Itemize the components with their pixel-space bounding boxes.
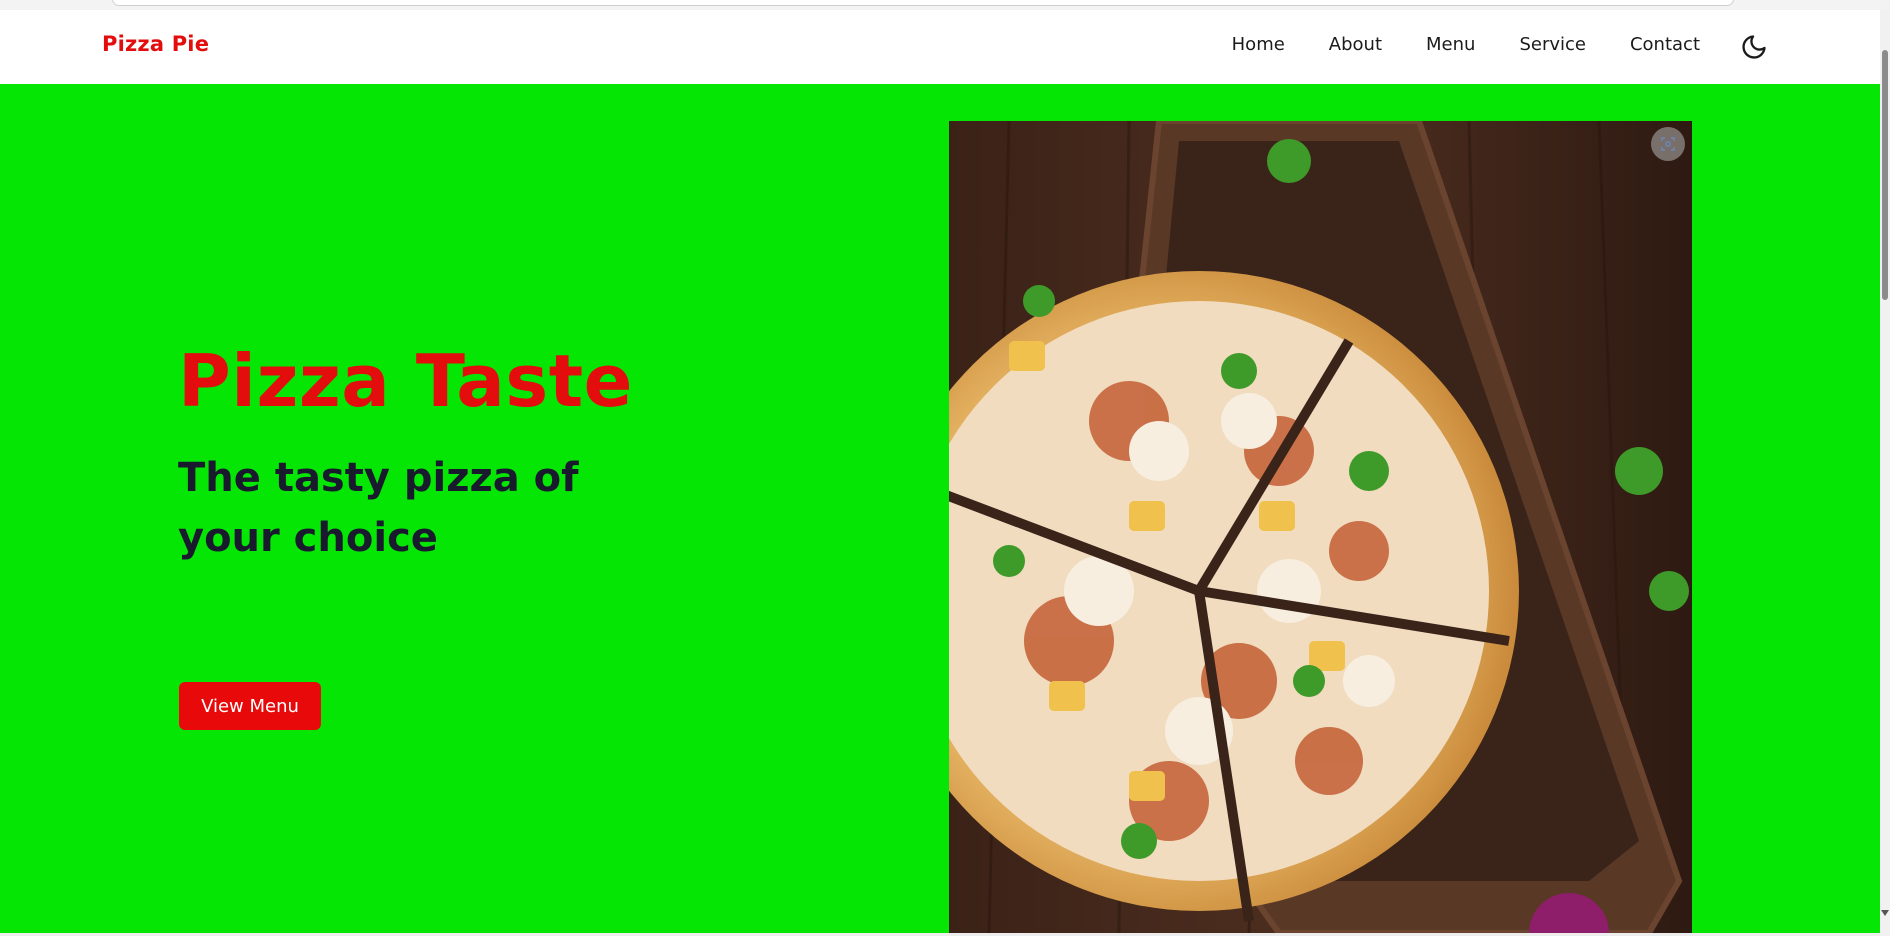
nav-link-contact[interactable]: Contact [1630,34,1700,55]
hero-title: Pizza Taste [178,339,633,423]
nav-link-service[interactable]: Service [1519,34,1586,55]
nav-link-about[interactable]: About [1329,34,1382,55]
lens-search-icon[interactable] [1651,127,1685,161]
scrollbar-thumb[interactable] [1882,50,1888,300]
navbar: Pizza Pie Home About Menu Service Contac… [0,10,1886,84]
nav-links: Home About Menu Service Contact [1232,34,1700,55]
moon-icon[interactable] [1740,33,1768,61]
brand-logo[interactable]: Pizza Pie [102,32,209,56]
address-bar-edge [112,0,1734,6]
nav-link-menu[interactable]: Menu [1426,34,1475,55]
page-scrollbar[interactable] [1880,10,1890,936]
nav-link-home[interactable]: Home [1232,34,1285,55]
view-menu-button[interactable]: View Menu [179,682,321,730]
pizza-image [949,121,1692,933]
page: Pizza Pie Home About Menu Service Contac… [0,0,1890,936]
hero-subtitle: The tasty pizza of your choice [178,455,579,561]
scroll-down-arrow-icon[interactable] [1881,910,1889,916]
